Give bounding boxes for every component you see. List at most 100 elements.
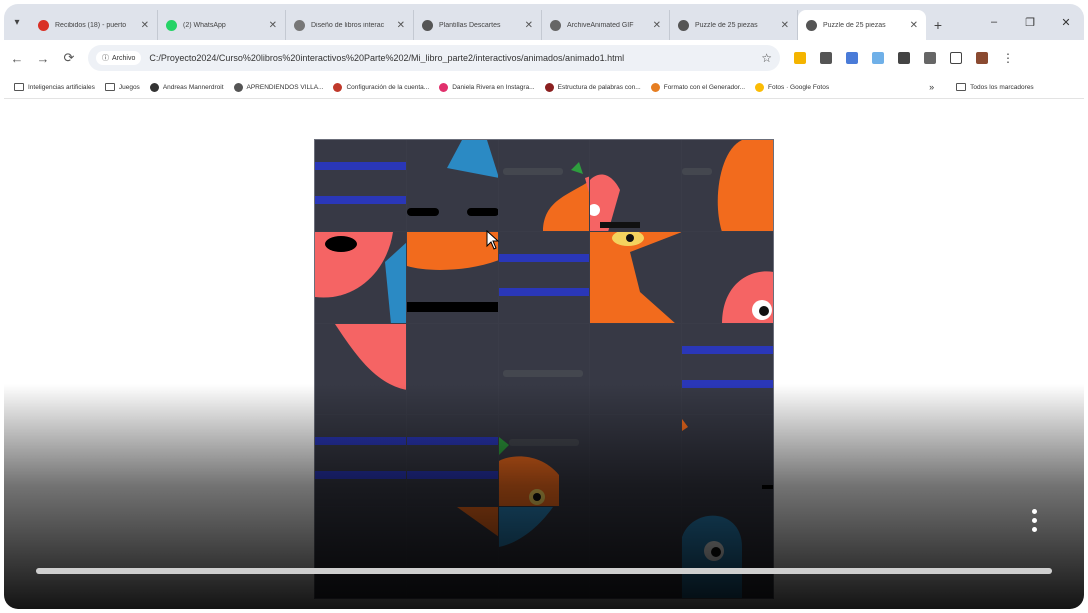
tab-title: Plantillas Descartes bbox=[439, 21, 501, 29]
restore-button[interactable]: ❐ bbox=[1012, 4, 1048, 40]
all-bookmarks-folder[interactable]: Todos los marcadores bbox=[956, 83, 1034, 91]
video-progress-fill bbox=[36, 568, 1052, 574]
bookmark-item[interactable]: APRENDIENDOS VILLA... bbox=[233, 82, 324, 92]
favicon-icon bbox=[38, 19, 49, 31]
extension-icon[interactable] bbox=[846, 52, 858, 64]
browser-tab[interactable]: Plantillas Descartes ✕ bbox=[414, 10, 542, 40]
address-bar[interactable]: ⓘ Archivo C:/Proyecto2024/Curso%20libros… bbox=[88, 45, 780, 71]
close-tab-icon[interactable]: ✕ bbox=[525, 20, 533, 31]
tab-title: Puzzle de 25 piezas bbox=[823, 21, 886, 29]
video-progress-bar[interactable] bbox=[36, 568, 1052, 574]
close-tab-icon[interactable]: ✕ bbox=[141, 20, 149, 31]
browser-tab[interactable]: ArchiveAnimated GIF ✕ bbox=[542, 10, 670, 40]
bookmark-item[interactable]: Inteligencias artificiales bbox=[14, 83, 95, 91]
close-tab-icon[interactable]: ✕ bbox=[781, 20, 789, 31]
new-tab-button[interactable]: + bbox=[926, 10, 950, 40]
browser-toolbar: ← → ⟳ ⓘ Archivo C:/Proyecto2024/Curso%20… bbox=[4, 40, 1084, 76]
extension-icon[interactable] bbox=[872, 52, 884, 64]
tab-title: Puzzle de 25 piezas bbox=[695, 21, 758, 29]
browser-tab[interactable]: Puzzle de 25 piezas ✕ bbox=[798, 10, 926, 40]
folder-icon bbox=[956, 83, 967, 91]
extension-icon[interactable] bbox=[898, 52, 910, 64]
close-tab-icon[interactable]: ✕ bbox=[269, 20, 277, 31]
site-favicon-icon bbox=[333, 82, 343, 92]
tab-strip: ▾ Recibidos (18) - puerto ✕ (2) WhatsApp ✕ D… bbox=[4, 4, 1084, 40]
bookmark-item[interactable]: Estructura de palabras con... bbox=[544, 82, 641, 92]
tab-search-button[interactable]: ▾ bbox=[4, 4, 30, 40]
extension-icon[interactable] bbox=[924, 52, 936, 64]
puzzle-piece[interactable] bbox=[590, 140, 682, 231]
extensions-area: ⋮ bbox=[794, 51, 1014, 65]
site-favicon-icon bbox=[233, 82, 243, 92]
bookmark-label: Configuración de la cuenta... bbox=[346, 83, 430, 91]
bookmark-label: Estructura de palabras con... bbox=[557, 83, 641, 91]
mouse-cursor-icon bbox=[486, 230, 500, 250]
close-tab-icon[interactable]: ✕ bbox=[397, 20, 405, 31]
bookmark-label: Juegos bbox=[118, 83, 140, 91]
close-tab-icon[interactable]: ✕ bbox=[910, 20, 918, 31]
bookmark-item[interactable]: Formato con el Generador... bbox=[650, 82, 746, 92]
tab-title: Recibidos (18) - puerto bbox=[55, 21, 127, 29]
bookmark-item[interactable]: Daniela Rivera en Instagra... bbox=[439, 82, 535, 92]
forward-icon[interactable]: → bbox=[30, 45, 56, 71]
puzzle-piece[interactable] bbox=[498, 231, 590, 323]
bookmark-label: Inteligencias artificiales bbox=[28, 83, 95, 91]
puzzle-piece[interactable] bbox=[498, 140, 590, 231]
file-chip-label: Archivo bbox=[112, 54, 136, 62]
info-icon: ⓘ bbox=[102, 55, 109, 62]
favicon-icon bbox=[806, 19, 817, 31]
tab-title: Diseño de libros interac bbox=[311, 21, 385, 29]
folder-icon bbox=[104, 83, 115, 91]
browser-menu-icon[interactable]: ⋮ bbox=[1002, 51, 1014, 65]
puzzle-piece[interactable] bbox=[682, 231, 773, 323]
video-controls-shade bbox=[4, 384, 1084, 609]
tab-title: ArchiveAnimated GIF bbox=[567, 21, 634, 29]
bookmark-item[interactable]: Fotos · Google Fotos bbox=[755, 82, 830, 92]
extension-icon[interactable] bbox=[820, 52, 832, 64]
bookmark-star-icon[interactable]: ☆ bbox=[761, 51, 772, 65]
browser-tab[interactable]: Puzzle de 25 piezas ✕ bbox=[670, 10, 798, 40]
bookmark-label: APRENDIENDOS VILLA... bbox=[246, 83, 324, 91]
site-favicon-icon bbox=[755, 82, 765, 92]
bookmarks-overflow-icon[interactable]: » bbox=[929, 82, 934, 92]
close-tab-icon[interactable]: ✕ bbox=[653, 20, 661, 31]
bookmarks-bar: Inteligencias artificiales Juegos Andreas … bbox=[4, 76, 1084, 99]
bookmark-label: Fotos · Google Fotos bbox=[768, 83, 830, 91]
favicon-icon bbox=[550, 19, 561, 31]
video-frame: ▾ Recibidos (18) - puerto ✕ (2) WhatsApp ✕ D… bbox=[4, 4, 1084, 609]
bookmark-item[interactable]: Juegos bbox=[104, 83, 140, 91]
bookmark-item[interactable]: Configuración de la cuenta... bbox=[333, 82, 430, 92]
site-favicon-icon bbox=[149, 82, 159, 92]
close-window-button[interactable]: ✕ bbox=[1048, 4, 1084, 40]
more-options-icon[interactable] bbox=[1024, 504, 1044, 536]
site-favicon-icon bbox=[650, 82, 660, 92]
reload-icon[interactable]: ⟳ bbox=[56, 45, 82, 71]
tab-title: (2) WhatsApp bbox=[183, 21, 226, 29]
url-text: C:/Proyecto2024/Curso%20libros%20interac… bbox=[149, 53, 625, 63]
browser-tab[interactable]: Recibidos (18) - puerto ✕ bbox=[30, 10, 158, 40]
site-favicon-icon bbox=[544, 82, 554, 92]
site-favicon-icon bbox=[439, 82, 449, 92]
window-controls: – ❐ ✕ bbox=[976, 4, 1084, 40]
puzzle-piece[interactable] bbox=[406, 140, 498, 231]
favicon-icon bbox=[166, 19, 177, 31]
extensions-puzzle-icon[interactable] bbox=[950, 52, 962, 64]
back-icon[interactable]: ← bbox=[4, 45, 30, 71]
extension-icon[interactable] bbox=[794, 52, 806, 64]
puzzle-piece[interactable] bbox=[406, 231, 498, 323]
browser-tab[interactable]: (2) WhatsApp ✕ bbox=[158, 10, 286, 40]
browser-tab[interactable]: Diseño de libros interac ✕ bbox=[286, 10, 414, 40]
minimize-button[interactable]: – bbox=[976, 4, 1012, 40]
bookmark-item[interactable]: Andreas Mannerdroit bbox=[149, 82, 224, 92]
puzzle-piece[interactable] bbox=[682, 140, 773, 231]
file-chip[interactable]: ⓘ Archivo bbox=[96, 51, 142, 65]
favicon-icon bbox=[678, 19, 689, 31]
puzzle-piece[interactable] bbox=[590, 231, 682, 323]
bookmark-label: Daniela Rivera en Instagra... bbox=[452, 83, 535, 91]
profile-avatar[interactable] bbox=[976, 52, 988, 64]
favicon-icon bbox=[294, 19, 305, 31]
all-bookmarks-label: Todos los marcadores bbox=[970, 83, 1034, 91]
puzzle-piece[interactable] bbox=[315, 140, 406, 231]
bookmark-label: Formato con el Generador... bbox=[663, 83, 746, 91]
puzzle-piece[interactable] bbox=[315, 231, 406, 323]
